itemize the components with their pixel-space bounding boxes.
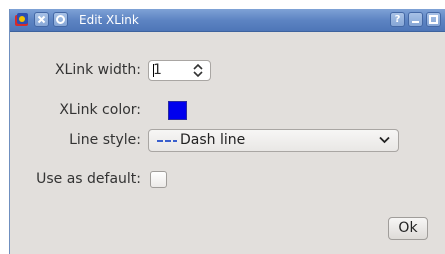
- use-as-default-checkbox[interactable]: [150, 171, 167, 188]
- help-icon[interactable]: ?: [390, 12, 405, 27]
- chevron-down-icon[interactable]: [379, 136, 390, 144]
- spin-arrows-icon[interactable]: [192, 63, 204, 78]
- xlink-width-value[interactable]: 1: [153, 61, 162, 80]
- minimize-icon[interactable]: [408, 12, 423, 27]
- ok-button[interactable]: Ok: [388, 217, 428, 240]
- xlink-color-label: XLink color:: [59, 102, 141, 118]
- xlink-width-spinbox[interactable]: 1: [148, 60, 211, 81]
- use-as-default-label: Use as default:: [36, 171, 141, 187]
- text-caret: [153, 64, 154, 77]
- window-title: Edit XLink: [79, 13, 139, 27]
- dash-line-sample-icon: [157, 140, 177, 142]
- window-menu-icon[interactable]: [53, 12, 68, 27]
- maximize-icon[interactable]: [426, 12, 441, 27]
- line-style-dropdown[interactable]: Dash line: [148, 129, 399, 152]
- close-icon[interactable]: [34, 12, 49, 27]
- edit-xlink-dialog: Edit XLink ? XLink width: 1 XLink color:…: [9, 9, 445, 254]
- line-style-value: Dash line: [180, 132, 246, 148]
- xlink-color-swatch[interactable]: [168, 101, 187, 120]
- app-icon[interactable]: [14, 12, 30, 28]
- line-style-label: Line style:: [69, 132, 141, 148]
- title-bar[interactable]: Edit XLink ?: [10, 9, 445, 32]
- xlink-width-label: XLink width:: [54, 62, 141, 78]
